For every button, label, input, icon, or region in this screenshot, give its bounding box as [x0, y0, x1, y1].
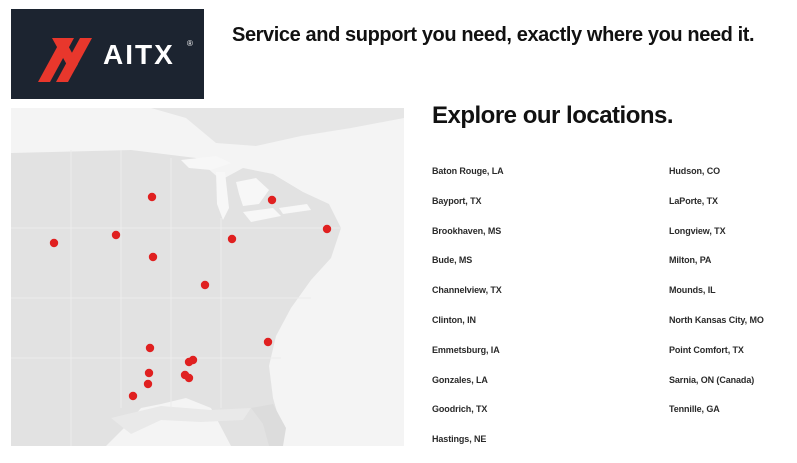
logo-wordmark: AITX: [103, 39, 175, 70]
location-marker: [128, 391, 138, 401]
tagline: Service and support you need, exactly wh…: [232, 24, 755, 46]
location-marker: [200, 280, 210, 290]
location-item[interactable]: Mounds, IL: [669, 284, 764, 314]
location-item[interactable]: Milton, PA: [669, 254, 764, 284]
location-item[interactable]: North Kansas City, MO: [669, 314, 764, 344]
location-marker: [49, 238, 59, 248]
location-item[interactable]: Point Comfort, TX: [669, 344, 764, 374]
location-marker: [188, 355, 198, 365]
location-item[interactable]: LaPorte, TX: [669, 195, 764, 225]
location-marker: [184, 373, 194, 383]
location-marker: [148, 252, 158, 262]
location-marker: [144, 368, 154, 378]
locations-map: [11, 108, 404, 446]
locations-list-right: Hudson, CO LaPorte, TX Longview, TX Milt…: [669, 165, 764, 433]
location-item[interactable]: Tennille, GA: [669, 403, 764, 433]
location-marker: [322, 224, 332, 234]
location-marker: [227, 234, 237, 244]
location-item[interactable]: Goodrich, TX: [432, 403, 504, 433]
aitx-chevron-logo-icon: [38, 38, 92, 82]
location-item[interactable]: Bude, MS: [432, 254, 504, 284]
location-marker: [145, 343, 155, 353]
location-item[interactable]: Hudson, CO: [669, 165, 764, 195]
location-item[interactable]: Hastings, NE: [432, 433, 504, 463]
aitx-logo[interactable]: AITX ®: [11, 9, 204, 99]
location-item[interactable]: Brookhaven, MS: [432, 225, 504, 255]
location-item[interactable]: Emmetsburg, IA: [432, 344, 504, 374]
locations-list-left: Baton Rouge, LA Bayport, TX Brookhaven, …: [432, 165, 504, 463]
location-marker: [147, 192, 157, 202]
location-item[interactable]: Sarnia, ON (Canada): [669, 374, 764, 404]
location-item[interactable]: Longview, TX: [669, 225, 764, 255]
locations-heading: Explore our locations.: [432, 102, 674, 129]
location-item[interactable]: Gonzales, LA: [432, 374, 504, 404]
location-item[interactable]: Bayport, TX: [432, 195, 504, 225]
location-marker: [143, 379, 153, 389]
location-marker: [267, 195, 277, 205]
location-marker: [263, 337, 273, 347]
us-map-icon: [11, 108, 404, 446]
registered-mark: ®: [187, 39, 193, 48]
location-item[interactable]: Clinton, IN: [432, 314, 504, 344]
location-item[interactable]: Baton Rouge, LA: [432, 165, 504, 195]
location-marker: [111, 230, 121, 240]
location-item[interactable]: Channelview, TX: [432, 284, 504, 314]
